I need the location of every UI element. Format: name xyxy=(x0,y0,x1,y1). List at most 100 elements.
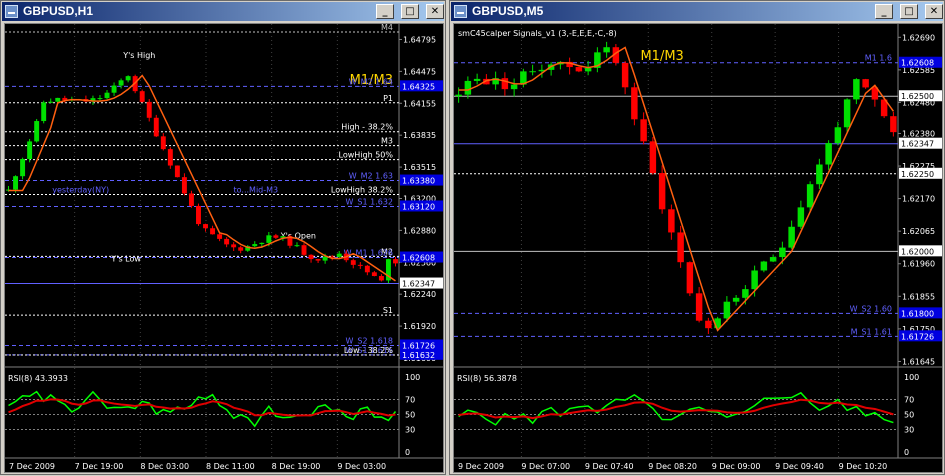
price-axis-label: 1.62380 xyxy=(902,129,935,138)
candle-body xyxy=(751,270,758,290)
price-highlight-label: 1.63120 xyxy=(402,202,435,211)
chart-area[interactable]: M4 Y's High M1/M3 W_M2 1.64 P1 High - 38.2% M3… xyxy=(4,23,444,473)
level-label: M3 xyxy=(381,137,393,146)
date-axis-label: 9 Dec 08:20 xyxy=(648,462,697,471)
price-axis-label: 1.62690 xyxy=(902,33,935,42)
candle-body xyxy=(575,67,583,72)
date-axis-label: 8 Dec 11:00 xyxy=(206,462,255,471)
candle-body xyxy=(203,224,208,229)
candle-body xyxy=(769,257,777,262)
candle-body xyxy=(371,272,377,277)
candle-body xyxy=(104,92,110,99)
candle-body xyxy=(378,276,384,281)
close-button[interactable]: ✕ xyxy=(426,4,444,19)
level-label: Low - 38.2% xyxy=(344,346,394,355)
candle-body xyxy=(41,102,47,122)
candle-body xyxy=(48,101,54,103)
candle-body xyxy=(834,127,842,144)
date-axis-label: 9 Dec 09:00 xyxy=(712,462,761,471)
minimize-button[interactable]: _ xyxy=(376,4,394,19)
price-axis-label: 1.63835 xyxy=(403,131,436,140)
date-axis-label: 9 Dec 07:40 xyxy=(585,462,634,471)
candle-body xyxy=(294,245,300,247)
candle-body xyxy=(393,259,398,264)
price-highlight-label: 1.62250 xyxy=(901,170,934,179)
candle-body xyxy=(779,247,786,258)
price-axis-label: 1.62170 xyxy=(902,195,935,204)
candle-body xyxy=(649,141,657,174)
level-label: LowHigh 38.2% xyxy=(331,186,393,195)
moving-average-line xyxy=(458,46,894,332)
candle-body xyxy=(788,226,795,248)
price-axis-label: 1.61960 xyxy=(902,260,935,269)
candle-body xyxy=(196,205,201,225)
candle-body xyxy=(455,94,462,97)
candle-body xyxy=(464,80,472,95)
candle-body xyxy=(760,261,768,271)
chart-area[interactable]: smC45calper Signals_v1 (3,-E,E,E,-C,-8) M… xyxy=(453,23,943,473)
level-label: W_M2 1.63 xyxy=(349,172,393,181)
indicator-title: smC45calper Signals_v1 (3,-E,E,E,-C,-8) xyxy=(458,29,617,38)
rsi-axis-label: 70 xyxy=(405,396,415,405)
date-axis-label: 7 Dec 19:00 xyxy=(75,462,124,471)
rsi-label: RSI(8) 56.3878 xyxy=(457,374,517,383)
level-label: W_M2 1.64 xyxy=(349,77,393,86)
price-highlight-label: 1.62347 xyxy=(901,140,934,149)
candle-body xyxy=(188,193,194,206)
candle-body xyxy=(146,101,152,118)
candle-body xyxy=(640,119,647,142)
window-title: GBPUSD,H1 xyxy=(23,4,94,18)
candle-body xyxy=(350,260,356,265)
candle-body xyxy=(816,164,823,185)
candle-body xyxy=(153,117,159,137)
date-axis-label: 7 Dec 2009 xyxy=(9,462,55,471)
level-label: High - 38.2% xyxy=(341,123,393,132)
candle-body xyxy=(259,242,265,245)
rsi-signal-line xyxy=(8,398,396,417)
candle-body xyxy=(853,79,860,100)
level-label: LowHigh 50% xyxy=(339,151,394,160)
price-axis-label: 1.63515 xyxy=(403,163,436,172)
price-chart[interactable]: smC45calper Signals_v1 (3,-E,E,E,-C,-8) M… xyxy=(454,24,942,472)
candle-body xyxy=(55,97,61,102)
price-chart[interactable]: M4Y's HighM1/M3W_M2 1.64P1High - 38.2%M3… xyxy=(5,23,443,472)
candle-body xyxy=(139,91,145,102)
chart-window-h1[interactable]: GBPUSD,H1 _ □ ✕ M4 Y's High M1/M3 W_M2 1.64… xyxy=(0,0,446,475)
window-titlebar[interactable]: GBPUSD,H1 _ □ ✕ xyxy=(2,2,444,21)
minimize-button[interactable]: _ xyxy=(875,4,893,19)
level-label: M_S1 1.61 xyxy=(851,327,892,336)
chart-window-icon xyxy=(5,5,18,18)
rsi-label: RSI(8) 43.3933 xyxy=(8,374,68,383)
candle-body xyxy=(806,184,814,208)
chart-window-icon xyxy=(454,5,467,18)
price-axis-label: 1.64795 xyxy=(403,35,436,44)
candle-body xyxy=(97,98,103,100)
chart-window-m5[interactable]: GBPUSD,M5 _ □ ✕ smC45calper Signals_v1 (… xyxy=(449,0,945,475)
maximize-button[interactable]: □ xyxy=(900,4,918,19)
rsi-axis-label: 30 xyxy=(405,426,415,435)
candle-body xyxy=(125,76,131,81)
candle-body xyxy=(843,99,851,128)
close-button[interactable]: ✕ xyxy=(925,4,943,19)
maximize-button[interactable]: □ xyxy=(401,4,419,19)
price-highlight-label: 1.62500 xyxy=(901,92,934,101)
candle-body xyxy=(167,149,173,166)
price-axis-label: 1.64475 xyxy=(403,67,436,76)
date-axis-label: 9 Dec 09:40 xyxy=(775,462,824,471)
candle-body xyxy=(238,247,244,251)
candle-body xyxy=(217,234,223,239)
window-titlebar[interactable]: GBPUSD,M5 _ □ ✕ xyxy=(451,2,943,21)
price-axis-label: 1.64155 xyxy=(403,99,436,108)
candle-body xyxy=(742,289,749,298)
candle-body xyxy=(510,84,518,90)
level-label: P1 xyxy=(383,94,393,103)
candle-body xyxy=(315,259,321,261)
candle-body xyxy=(631,87,638,120)
candle-body xyxy=(686,262,694,294)
candle-body xyxy=(825,143,832,165)
date-axis-label: 8 Dec 03:00 xyxy=(140,462,189,471)
candle-body xyxy=(34,121,40,142)
rsi-axis-label: 100 xyxy=(904,373,919,382)
date-axis-label: 9 Dec 10:20 xyxy=(839,462,888,471)
price-axis-label: 1.61645 xyxy=(902,357,935,366)
